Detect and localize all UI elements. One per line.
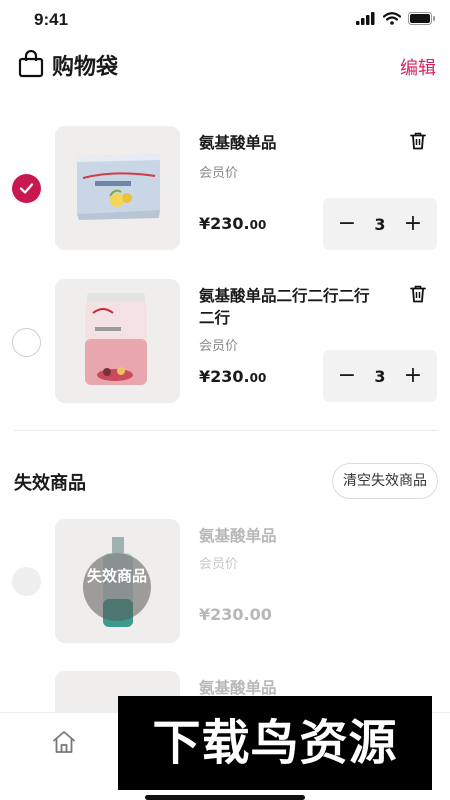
price: ¥230.00 [199, 214, 266, 233]
header: 购物袋 编辑 [0, 44, 450, 88]
quantity-value: 3 [374, 214, 386, 234]
status-time: 9:41 [34, 10, 69, 29]
quantity-stepper: − 3 + [323, 198, 437, 250]
edit-button[interactable]: 编辑 [400, 54, 436, 80]
item-checkbox[interactable] [12, 328, 41, 357]
product-name[interactable]: 氨基酸单品 [199, 132, 384, 154]
page-title: 购物袋 [52, 55, 119, 80]
product-name: 氨基酸单品 [199, 527, 277, 545]
trash-icon[interactable] [410, 132, 426, 150]
wifi-icon [383, 12, 401, 25]
price-label: 会员价 [199, 339, 239, 354]
product-image[interactable] [55, 279, 180, 403]
price: ¥230.00 [199, 367, 266, 386]
item-checkbox-disabled [12, 567, 41, 596]
price-decimal: 00 [249, 371, 267, 385]
status-bar: 9:41 [0, 0, 450, 40]
product-image: 失效商品 [55, 519, 180, 643]
quantity-value: 3 [374, 366, 386, 386]
price-label: 会员价 [199, 166, 239, 181]
price: ¥230.00 [199, 605, 272, 624]
shopping-bag-icon [18, 50, 44, 78]
invalid-item: 失效商品 氨基酸单品 会员价 ¥230.00 [0, 519, 450, 649]
product-name[interactable]: 氨基酸单品二行二行二行二行 [199, 285, 384, 329]
quantity-stepper: − 3 + [323, 350, 437, 402]
increase-button[interactable]: + [403, 365, 423, 387]
increase-button[interactable]: + [403, 213, 423, 235]
cart-item: 氨基酸单品二行二行二行二行 会员价 ¥230.00 − 3 + [0, 279, 450, 409]
section-divider [14, 430, 438, 431]
price-main: ¥230. [199, 214, 250, 233]
signal-icon [356, 12, 375, 25]
item-checkbox[interactable] [12, 174, 41, 203]
clear-invalid-button[interactable]: 清空失效商品 [332, 463, 438, 499]
price-label: 会员价 [199, 557, 239, 572]
decrease-button[interactable]: − [337, 213, 357, 235]
home-indicator [145, 795, 305, 800]
invalid-overlay: 失效商品 [83, 553, 151, 621]
cart-item: 氨基酸单品 会员价 ¥230.00 − 3 + [0, 126, 450, 256]
battery-icon [408, 12, 435, 25]
trash-icon[interactable] [410, 285, 426, 303]
status-icons [356, 12, 436, 25]
invalid-section-title: 失效商品 [14, 473, 86, 494]
home-icon[interactable] [51, 729, 77, 755]
price-decimal: 00 [249, 218, 267, 232]
price-main: ¥230. [199, 367, 250, 386]
watermark-banner: 下载鸟资源 [118, 696, 432, 790]
checkmark-icon [19, 183, 34, 194]
product-image[interactable] [55, 126, 180, 250]
decrease-button[interactable]: − [337, 365, 357, 387]
